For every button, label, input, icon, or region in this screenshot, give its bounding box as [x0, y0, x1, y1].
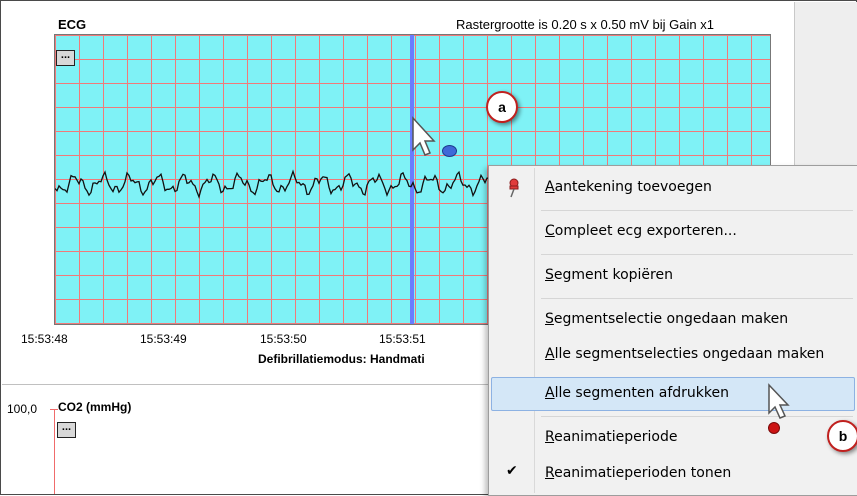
menu-separator: [541, 416, 853, 417]
ecg-waveform: [55, 169, 496, 199]
co2-options-button[interactable]: ...: [57, 422, 76, 438]
menu-item-label: Aantekening toevoegen: [545, 179, 712, 195]
app-window: ECG Rastergrootte is 0.20 s x 0.50 mV bi…: [0, 0, 857, 496]
callout-a: a: [486, 91, 518, 123]
grid-size-info: Rastergrootte is 0.20 s x 0.50 mV bij Ga…: [456, 17, 714, 32]
menu-item-label: Alle segmentselecties ongedaan maken: [545, 346, 825, 362]
menu-item-label: Segmentselectie ongedaan maken: [545, 311, 789, 327]
co2-axis-line: [54, 409, 55, 494]
menu-item-undo-segment-selection[interactable]: Segmentselectie ongedaan maken: [491, 303, 855, 337]
callout-b: b: [827, 420, 857, 452]
ecg-title: ECG: [58, 17, 87, 32]
mouse-cursor-icon: [412, 116, 436, 156]
checkmark-icon: ✔: [506, 463, 518, 479]
menu-item-export-ecg[interactable]: Compleet ecg exporteren...: [491, 215, 855, 249]
menu-item-resuscitation-period[interactable]: Reanimatieperiode: [491, 421, 855, 455]
menu-item-label: Alle segmenten afdrukken: [545, 385, 729, 401]
marker-dot: [768, 422, 780, 434]
time-tick-label: 15:53:51: [379, 332, 426, 346]
ecg-options-button[interactable]: ...: [56, 50, 75, 66]
co2-axis-max: 100,0: [7, 402, 38, 416]
marker-dot: [442, 145, 457, 157]
menu-item-label: Reanimatieperioden tonen: [545, 465, 732, 481]
context-menu: Aantekening toevoegen Compleet ecg expor…: [488, 165, 857, 496]
menu-item-undo-all-segment-selections[interactable]: Alle segmentselecties ongedaan maken: [491, 338, 855, 372]
menu-item-add-annotation[interactable]: Aantekening toevoegen: [491, 171, 855, 205]
time-tick-label: 15:53:48: [21, 332, 68, 346]
defibrillation-mode-label: Defibrillatiemodus: Handmati: [258, 352, 425, 366]
menu-separator: [541, 298, 853, 299]
co2-title: CO2 (mmHg): [58, 400, 132, 414]
menu-item-label: Compleet ecg exporteren...: [545, 223, 737, 239]
menu-separator: [541, 254, 853, 255]
time-tick-label: 15:53:49: [140, 332, 187, 346]
panel-divider: [2, 384, 492, 385]
menu-separator: [541, 210, 853, 211]
menu-item-show-resuscitation-periods[interactable]: ✔ Reanimatieperioden tonen: [491, 457, 855, 491]
pushpin-icon: [509, 178, 519, 198]
menu-item-label: Reanimatieperiode: [545, 429, 678, 445]
mouse-cursor-icon: [768, 383, 790, 419]
menu-item-copy-segment[interactable]: Segment kopiëren: [491, 259, 855, 293]
menu-item-label: Segment kopiëren: [545, 267, 673, 283]
time-tick-label: 15:53:50: [260, 332, 307, 346]
menu-item-print-all-segments[interactable]: Alle segmenten afdrukken: [491, 377, 855, 411]
